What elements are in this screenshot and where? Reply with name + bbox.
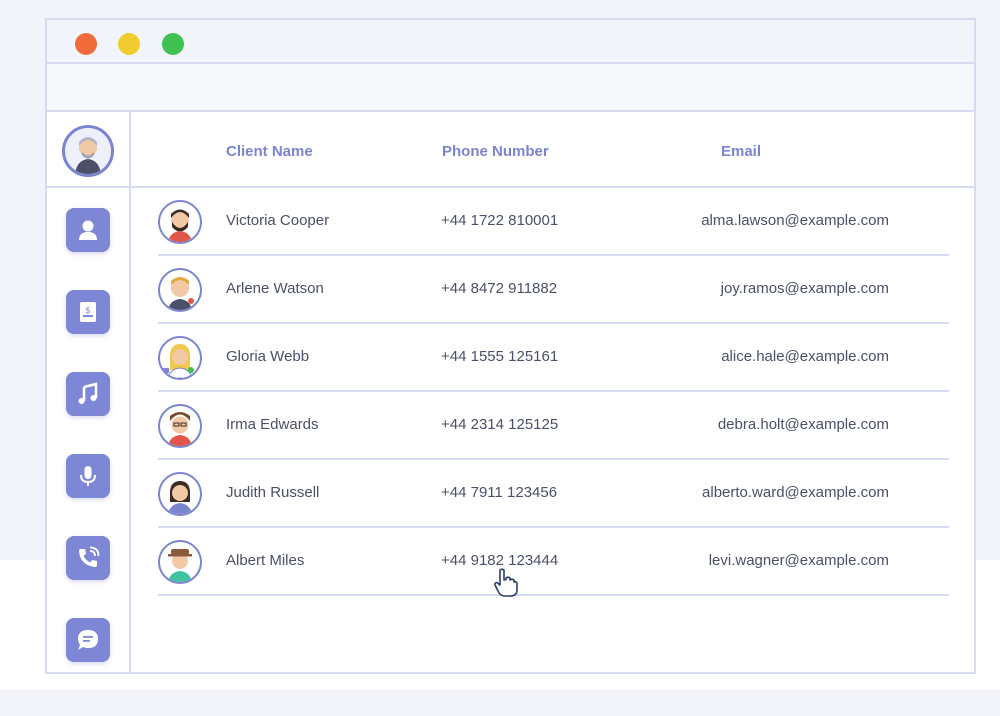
client-name: Judith Russell (226, 484, 320, 501)
minimize-window-button[interactable] (118, 33, 140, 55)
sidebar: $ (47, 112, 131, 672)
client-avatar (158, 200, 202, 244)
table-header: Client Name Phone Number Email (131, 112, 974, 188)
client-name: Arlene Watson (226, 280, 324, 297)
hand-pointer-cursor-icon (494, 568, 518, 597)
client-email[interactable]: alice.hale@example.com (721, 348, 889, 365)
sidebar-item-contacts[interactable] (66, 208, 110, 252)
client-phone[interactable]: +44 1722 810001 (441, 212, 558, 229)
sidebar-item-documents[interactable]: $ (66, 290, 110, 334)
sidebar-item-music[interactable] (66, 372, 110, 416)
client-email[interactable]: joy.ramos@example.com (721, 280, 889, 297)
column-header-phone-number[interactable]: Phone Number (442, 143, 549, 160)
table-row[interactable]: Victoria Cooper +44 1722 810001 alma.law… (158, 188, 949, 256)
client-phone[interactable]: +44 9182 123444 (441, 552, 558, 569)
table-row[interactable]: Gloria Webb +44 1555 125161 alice.hale@e… (158, 324, 949, 392)
column-header-client-name[interactable]: Client Name (226, 143, 313, 160)
client-avatar (158, 540, 202, 584)
phone-call-icon (79, 546, 100, 567)
client-email[interactable]: levi.wagner@example.com (709, 552, 889, 569)
client-name: Albert Miles (226, 552, 305, 569)
chat-bubble-icon (78, 630, 98, 650)
column-header-email[interactable]: Email (721, 143, 761, 160)
client-email[interactable]: alma.lawson@example.com (701, 212, 889, 229)
music-note-icon (78, 382, 98, 404)
sidebar-item-voice[interactable] (66, 454, 110, 498)
client-avatar (158, 472, 202, 516)
client-phone[interactable]: +44 1555 125161 (441, 348, 558, 365)
user-icon (79, 220, 97, 240)
client-avatar (158, 336, 202, 380)
client-name: Gloria Webb (226, 348, 310, 365)
maximize-window-button[interactable] (162, 33, 184, 55)
microphone-icon (80, 466, 96, 486)
table-row[interactable]: Judith Russell +44 7911 123456 alberto.w… (158, 460, 949, 528)
toolbar (47, 64, 974, 112)
client-avatar (158, 404, 202, 448)
document-icon: $ (80, 302, 96, 322)
table-row[interactable]: Albert Miles +44 9182 123444 levi.wagner… (158, 528, 949, 596)
profile-section (47, 112, 129, 188)
client-phone[interactable]: +44 2314 125125 (441, 416, 558, 433)
client-table: Client Name Phone Number Email Victoria … (131, 112, 974, 672)
sidebar-item-messages[interactable] (66, 618, 110, 662)
sidebar-item-calls[interactable] (66, 536, 110, 580)
client-email[interactable]: alberto.ward@example.com (702, 484, 889, 501)
client-phone[interactable]: +44 8472 911882 (441, 280, 557, 297)
client-avatar (158, 268, 202, 312)
close-window-button[interactable] (75, 33, 97, 55)
client-email[interactable]: debra.holt@example.com (718, 416, 889, 433)
client-phone[interactable]: +44 7911 123456 (441, 484, 557, 501)
table-row[interactable]: Arlene Watson +44 8472 911882 joy.ramos@… (158, 256, 949, 324)
title-bar (47, 20, 974, 64)
client-name: Victoria Cooper (226, 212, 330, 229)
client-name: Irma Edwards (226, 416, 319, 433)
user-avatar[interactable] (62, 125, 114, 177)
svg-text:$: $ (85, 306, 91, 316)
table-row[interactable]: Irma Edwards +44 2314 125125 debra.holt@… (158, 392, 949, 460)
